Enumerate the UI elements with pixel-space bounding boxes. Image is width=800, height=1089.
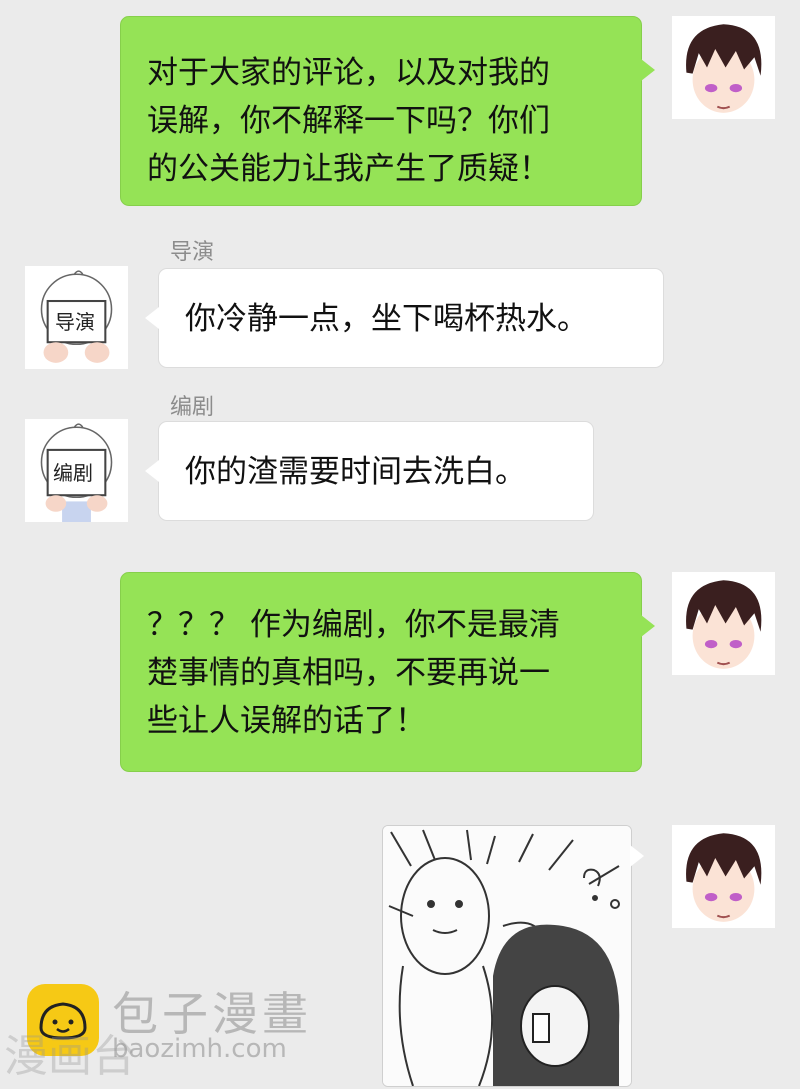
screenwriter-avatar-label: 编剧: [53, 461, 93, 485]
message-bubble-self-1[interactable]: 对于大家的评论，以及对我的 误解，你不解释一下吗？你们 的公关能力让我产生了质疑…: [120, 16, 655, 206]
message-line: ？？？ 作为编剧，你不是最清: [147, 607, 560, 643]
self-avatar[interactable]: [672, 825, 775, 928]
sender-name-director: 导演: [170, 240, 215, 265]
watermark-side-text: 漫画台: [4, 1031, 136, 1082]
message-bubble-self-2[interactable]: ？？？ 作为编剧，你不是最清 楚事情的真相吗，不要再说一 些让人误解的话了！: [120, 572, 655, 772]
bubble-tail: [641, 615, 655, 637]
director-avatar[interactable]: 导演: [25, 266, 128, 369]
sticker-image-message[interactable]: [382, 825, 632, 1087]
message-line: 你冷静一点，坐下喝杯热水。: [185, 301, 588, 337]
bubble-tail: [145, 460, 159, 482]
message-line: 楚事情的真相吗，不要再说一: [147, 655, 550, 691]
message-line: 的公关能力让我产生了质疑！: [147, 151, 550, 187]
sender-name-screenwriter: 编剧: [170, 395, 215, 420]
dark-hair-boy-icon: [672, 16, 775, 119]
self-avatar[interactable]: [672, 16, 775, 119]
director-avatar-label: 导演: [55, 310, 95, 334]
bubble-tail: [641, 59, 655, 81]
bubble-tail: [145, 307, 159, 329]
self-avatar[interactable]: [672, 572, 775, 675]
bubble-tail: [630, 845, 644, 867]
message-line: 对于大家的评论，以及对我的: [147, 55, 550, 91]
meme-sticker-image: [383, 826, 631, 1086]
message-bubble-director[interactable]: 你冷静一点，坐下喝杯热水。: [145, 268, 664, 368]
dark-hair-boy-icon: [672, 572, 775, 675]
message-line: 些让人误解的话了！: [147, 703, 426, 739]
dark-hair-boy-icon: [672, 825, 775, 928]
watermark-url: baozimh.com: [112, 1034, 287, 1064]
message-bubble-screenwriter[interactable]: 你的渣需要时间去洗白。: [145, 421, 594, 521]
message-line: 你的渣需要时间去洗白。: [185, 454, 526, 490]
message-line: 误解，你不解释一下吗？你们: [147, 103, 550, 139]
screenwriter-avatar[interactable]: 编剧: [25, 419, 128, 522]
